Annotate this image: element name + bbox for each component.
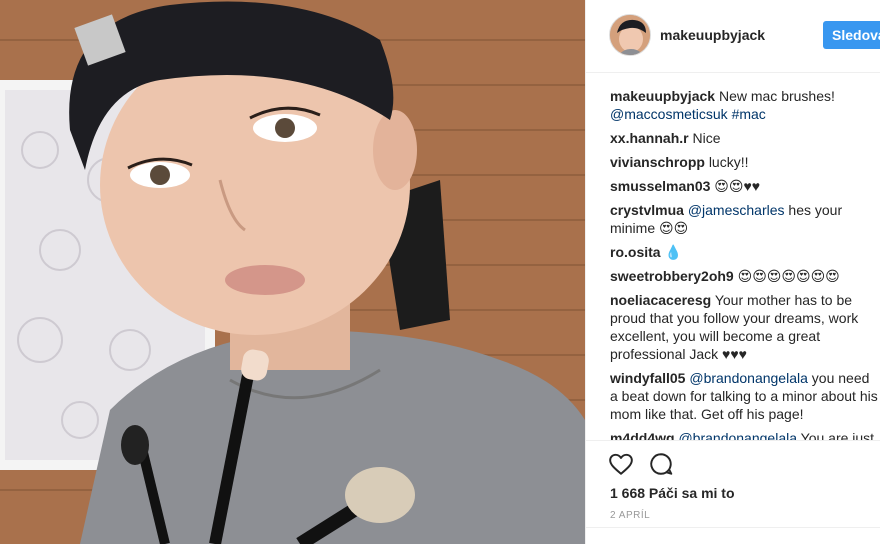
comment-username[interactable]: noeliacaceresg bbox=[610, 292, 711, 308]
post-header: makeuupbyjack Sledova bbox=[586, 0, 880, 73]
comment-username[interactable]: smusselman03 bbox=[610, 178, 710, 194]
comment-username[interactable]: sweetrobbery2oh9 bbox=[610, 268, 734, 284]
list-item: ro.osita 💧 bbox=[610, 243, 878, 261]
comment-username[interactable]: vivianschropp bbox=[610, 154, 705, 170]
post-date: 2 APRÍL bbox=[610, 510, 651, 521]
comments-list: makeuupbyjack New mac brushes! @maccosme… bbox=[610, 87, 878, 440]
list-item: crystvlmua @jamescharles hes your minime… bbox=[610, 201, 878, 237]
comment-text: 😍😍😍😍😍😍😍 bbox=[737, 268, 840, 284]
likes-count[interactable]: 1 668 Páči sa mi to bbox=[610, 485, 735, 501]
divider bbox=[586, 527, 880, 528]
post-photo bbox=[0, 0, 585, 544]
comment-username[interactable]: m4dd4wg bbox=[610, 430, 675, 440]
comment-icon[interactable] bbox=[648, 451, 674, 477]
comment-text: New mac brushes! bbox=[718, 88, 835, 104]
list-item: smusselman03 😍😍♥♥ bbox=[610, 177, 878, 195]
comment-username[interactable]: makeuupbyjack bbox=[610, 88, 715, 104]
comment-mention[interactable]: @brandonangelala bbox=[689, 370, 808, 386]
comment-mention[interactable]: @brandonangelala bbox=[678, 430, 797, 440]
comment-mention[interactable]: @maccosmeticsuk #mac bbox=[610, 106, 766, 122]
selfie-image bbox=[0, 0, 585, 544]
comment-username[interactable]: windyfall05 bbox=[610, 370, 685, 386]
list-item: noeliacaceresg Your mother has to be pro… bbox=[610, 291, 878, 363]
list-item: sweetrobbery2oh9 😍😍😍😍😍😍😍 bbox=[610, 267, 878, 285]
comment-mention[interactable]: @jamescharles bbox=[688, 202, 785, 218]
avatar[interactable] bbox=[609, 14, 651, 56]
comment-text: 💧 bbox=[664, 244, 682, 260]
caption: makeuupbyjack New mac brushes! @maccosme… bbox=[610, 87, 878, 123]
post-actions: 1 668 Páči sa mi to 2 APRÍL bbox=[586, 440, 880, 544]
comment-username[interactable]: crystvlmua bbox=[610, 202, 684, 218]
comment-text: lucky!! bbox=[708, 154, 749, 170]
follow-button[interactable]: Sledova bbox=[823, 21, 880, 49]
heart-icon[interactable] bbox=[608, 451, 634, 477]
list-item: m4dd4wg @brandonangelala You are just bbox=[610, 429, 878, 440]
comment-username[interactable]: xx.hannah.r bbox=[610, 130, 689, 146]
avatar-image bbox=[610, 15, 650, 55]
comment-text: Nice bbox=[692, 130, 721, 146]
comment-username[interactable]: ro.osita bbox=[610, 244, 661, 260]
post-panel: makeuupbyjack Sledova makeuupbyjack New … bbox=[585, 0, 880, 544]
list-item: vivianschropp lucky!! bbox=[610, 153, 878, 171]
post-author-username[interactable]: makeuupbyjack bbox=[660, 27, 765, 43]
list-item: xx.hannah.r Nice bbox=[610, 129, 878, 147]
list-item: windyfall05 @brandonangelala you need a … bbox=[610, 369, 878, 423]
comment-text: You are just bbox=[800, 430, 875, 440]
comment-text: 😍😍♥♥ bbox=[714, 178, 761, 194]
